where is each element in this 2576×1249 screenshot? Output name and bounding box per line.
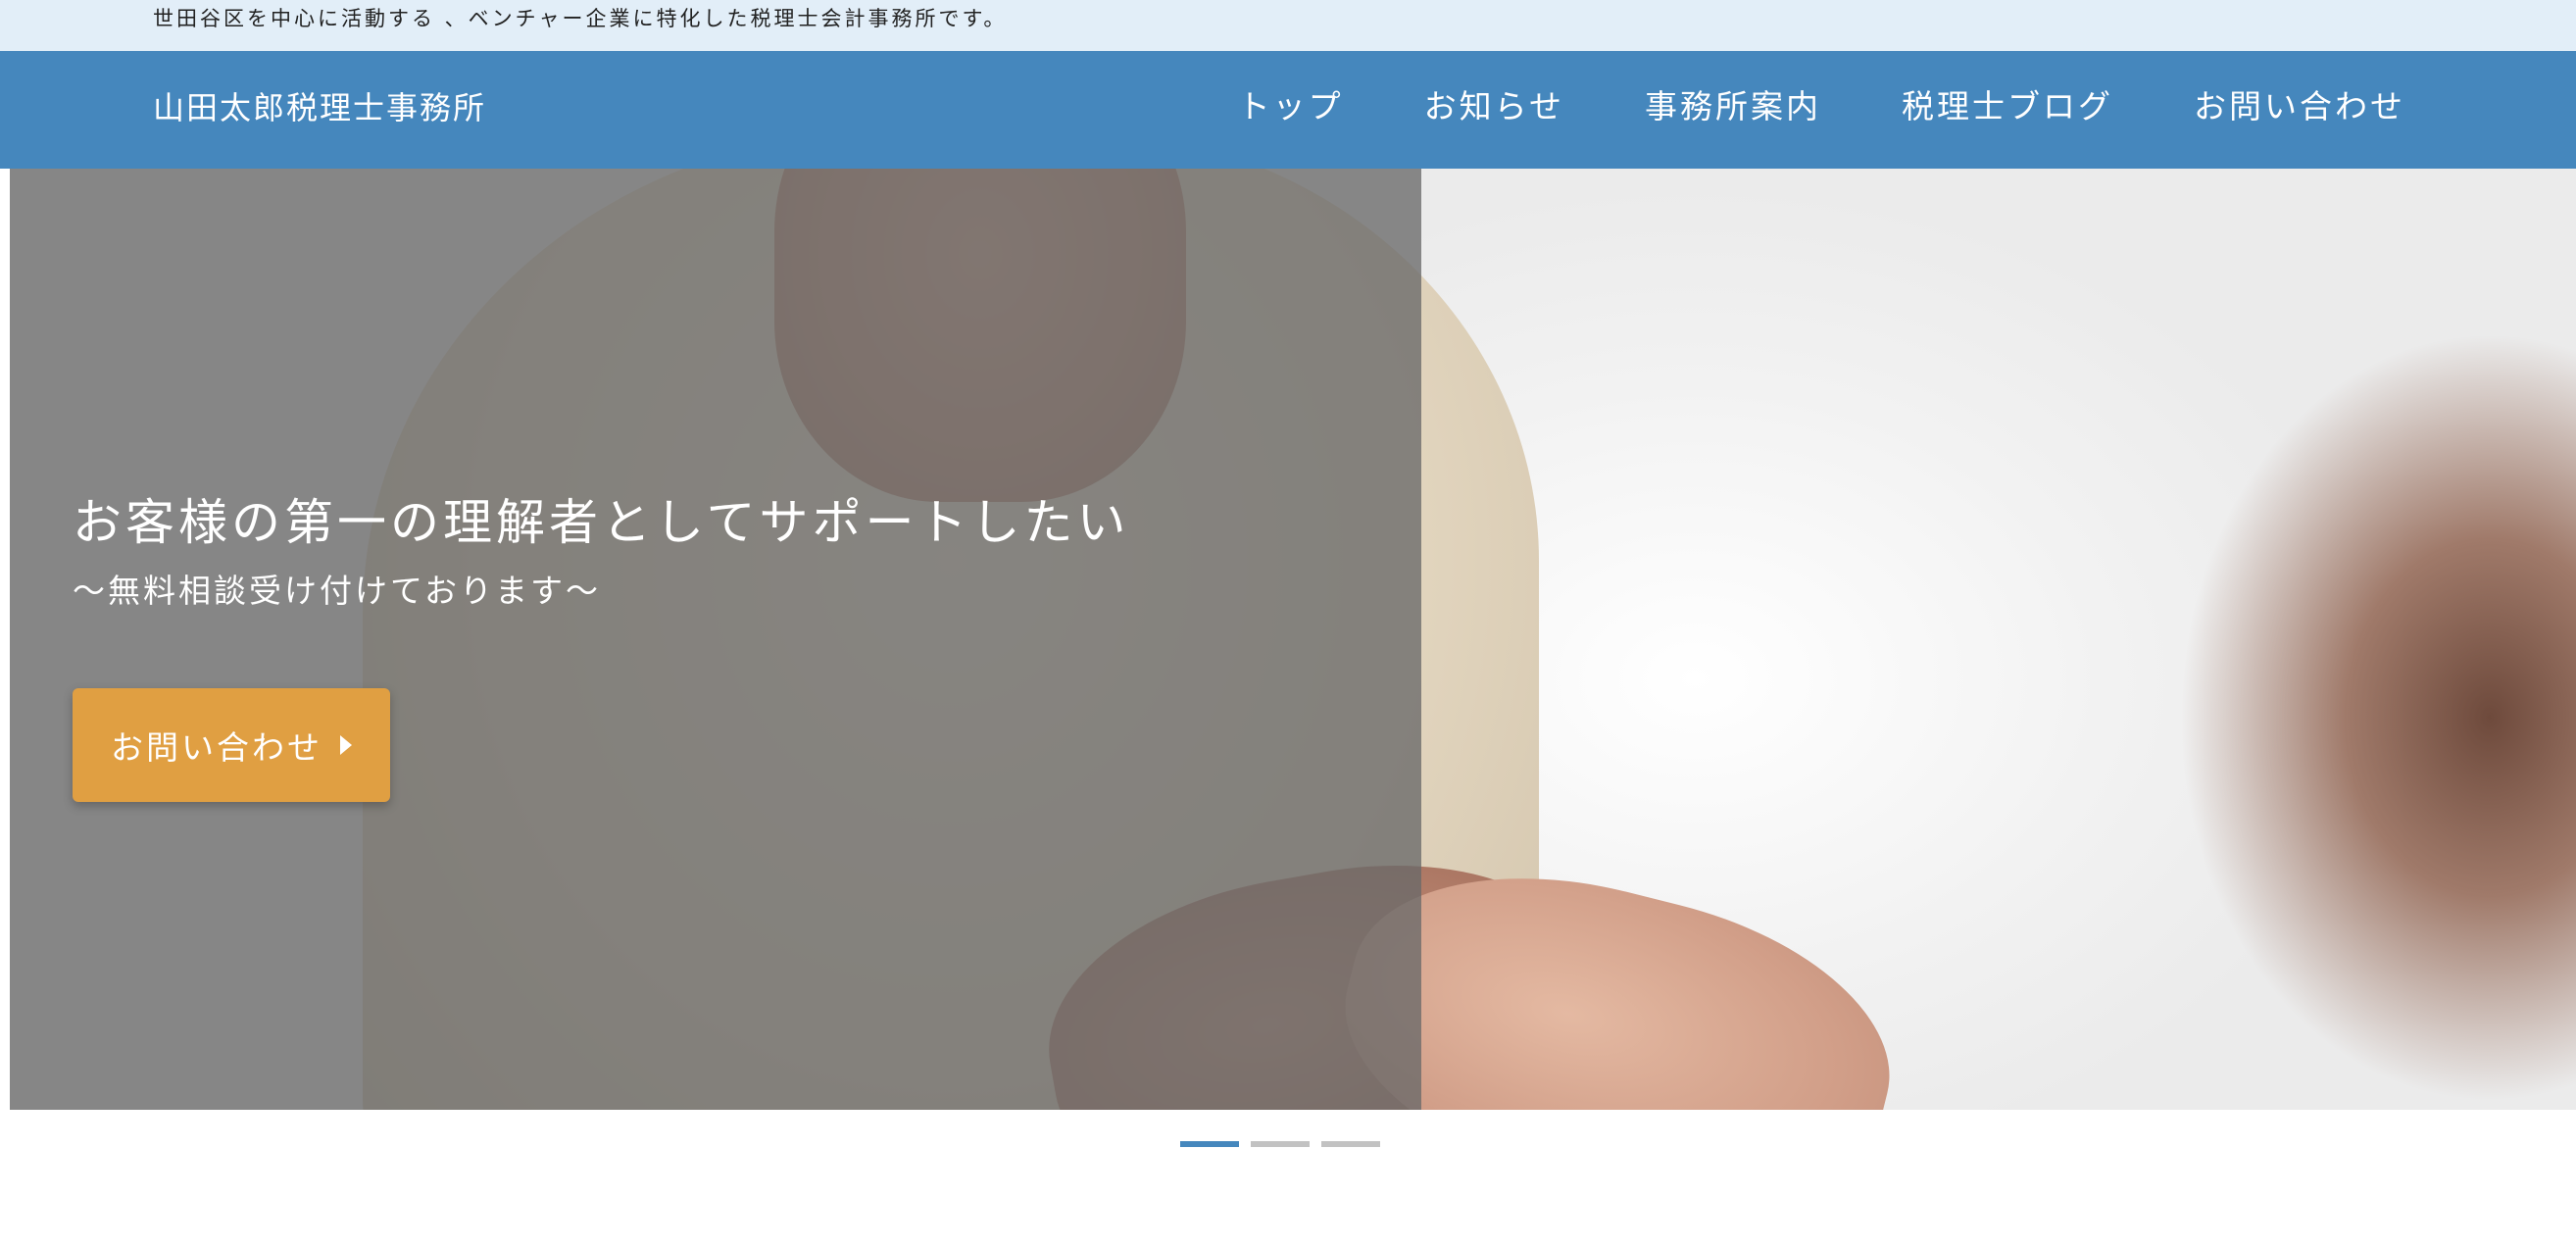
slider-indicator-3[interactable] <box>1321 1141 1380 1147</box>
site-tagline: 世田谷区を中心に活動する 、ベンチャー企業に特化した税理士会計事務所です。 <box>153 7 1008 30</box>
top-announcement-bar: 世田谷区を中心に活動する 、ベンチャー企業に特化した税理士会計事務所です。 <box>0 0 2576 51</box>
nav-item-news[interactable]: お知らせ <box>1424 86 1564 127</box>
hero-slider: お客様の第一の理解者としてサポートしたい 〜無料相談受け付けております〜 お問い… <box>10 169 2576 1110</box>
site-header: 山田太郎税理士事務所 トップ お知らせ 事務所案内 税理士ブログ お問い合わせ <box>0 51 2576 169</box>
hero-title: お客様の第一の理解者としてサポートしたい <box>73 494 1130 551</box>
hero-contact-button-label: お問い合わせ <box>111 728 322 767</box>
hero-dark-overlay <box>10 169 1421 1110</box>
hero-contact-button[interactable]: お問い合わせ <box>73 688 390 802</box>
main-navigation: トップ お知らせ 事務所案内 税理士ブログ お問い合わせ <box>1238 86 2405 127</box>
nav-item-office-info[interactable]: 事務所案内 <box>1645 86 1821 127</box>
nav-item-contact[interactable]: お問い合わせ <box>2194 86 2405 127</box>
nav-item-blog[interactable]: 税理士ブログ <box>1902 86 2113 127</box>
slider-indicators <box>1180 1141 1380 1147</box>
slider-indicator-2[interactable] <box>1251 1141 1310 1147</box>
slider-indicator-1[interactable] <box>1180 1141 1239 1147</box>
site-logo-title[interactable]: 山田太郎税理士事務所 <box>153 88 486 127</box>
caret-right-icon <box>340 735 352 755</box>
nav-item-top[interactable]: トップ <box>1238 86 1344 127</box>
hero-subtitle: 〜無料相談受け付けております〜 <box>73 572 602 610</box>
